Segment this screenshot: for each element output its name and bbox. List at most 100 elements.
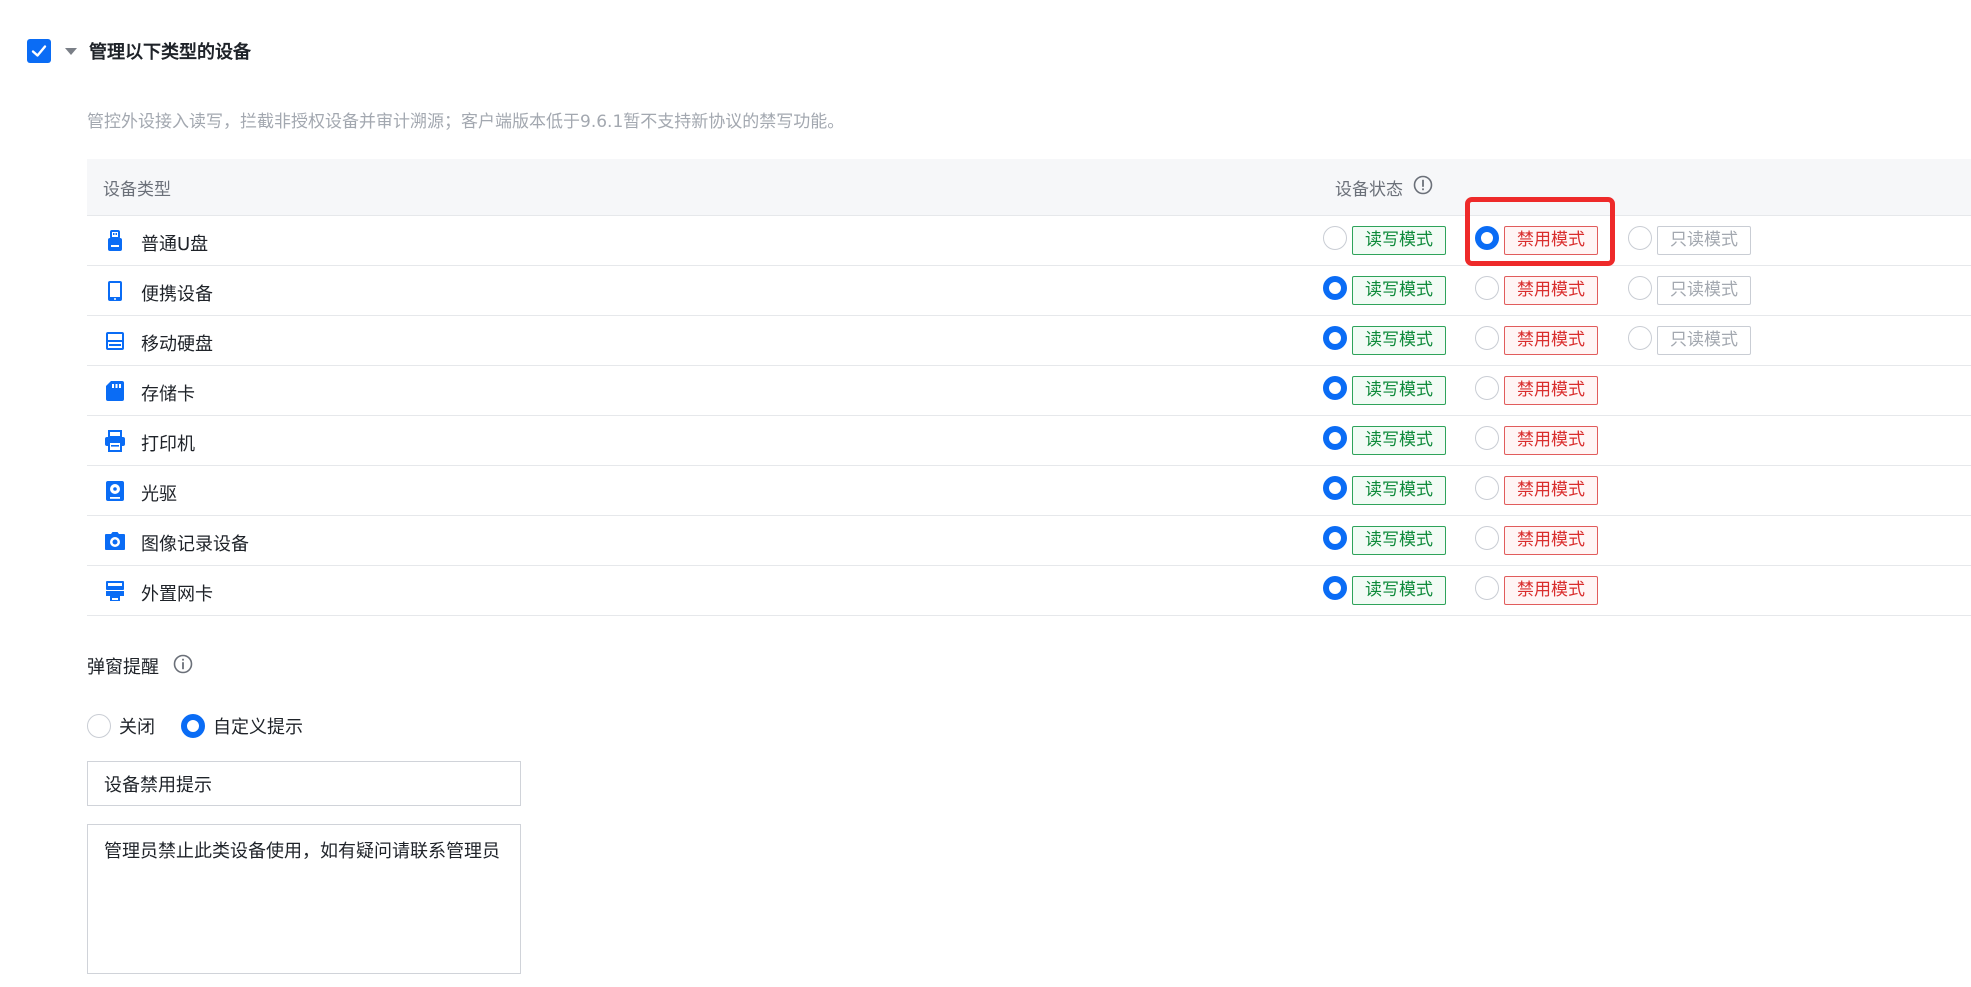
mode-option-disabled[interactable]: 禁用模式 [1475, 475, 1598, 505]
manage-devices-header: 管理以下类型的设备 [27, 36, 251, 66]
checkmark-icon [31, 45, 47, 57]
device-type-label: 普通U盘 [141, 234, 209, 255]
optical-drive-icon [103, 479, 127, 503]
mode-tag-disabled: 禁用模式 [1504, 376, 1598, 405]
column-header-device-type: 设备类型 [103, 179, 171, 200]
radio-disabled[interactable] [1475, 475, 1499, 500]
radio-read-write[interactable] [1323, 225, 1347, 250]
mode-option-disabled[interactable]: 禁用模式 [1475, 575, 1598, 605]
device-type-label: 外置网卡 [141, 584, 213, 605]
popup-option-off-label: 关闭 [119, 717, 155, 738]
mode-option-read-only[interactable]: 只读模式 [1628, 225, 1751, 255]
radio-read-write[interactable] [1323, 325, 1347, 350]
mode-tag-read-write: 读写模式 [1352, 276, 1446, 305]
popup-title-input[interactable] [87, 761, 521, 806]
mode-option-disabled[interactable]: 禁用模式 [1475, 425, 1598, 455]
mode-tag-read-write: 读写模式 [1352, 576, 1446, 605]
mode-tag-read-write: 读写模式 [1352, 476, 1446, 505]
device-type-label: 便携设备 [141, 284, 213, 305]
mode-tag-read-write: 读写模式 [1352, 226, 1446, 255]
radio-read-only[interactable] [1628, 275, 1652, 300]
mode-tag-disabled: 禁用模式 [1504, 276, 1598, 305]
section-title: 管理以下类型的设备 [89, 42, 251, 63]
info-circle-icon[interactable] [173, 654, 193, 679]
mode-option-read-write[interactable]: 读写模式 [1323, 275, 1446, 305]
device-type-label: 光驱 [141, 484, 177, 505]
network-card-icon [103, 579, 127, 603]
popup-option-off[interactable]: 关闭 [87, 713, 155, 739]
table-row: 外置网卡 读写模式 禁用模式 [87, 566, 1971, 616]
radio-disabled[interactable] [1475, 575, 1499, 600]
radio-read-only[interactable] [1628, 225, 1652, 250]
mode-tag-read-only: 只读模式 [1657, 276, 1751, 305]
device-type-label: 存储卡 [141, 384, 195, 405]
mode-option-read-write[interactable]: 读写模式 [1323, 525, 1446, 555]
mode-option-disabled[interactable]: 禁用模式 [1475, 375, 1598, 405]
radio-read-write[interactable] [1323, 275, 1347, 300]
popup-reminder-row: 弹窗提醒 [87, 653, 193, 679]
radio-read-write[interactable] [1323, 475, 1347, 500]
mode-tag-read-write: 读写模式 [1352, 326, 1446, 355]
mode-tag-disabled: 禁用模式 [1504, 576, 1598, 605]
table-body: 普通U盘 读写模式 禁用模式 只读模式 便携设备 读写模式 禁用模式 只读模式 移动硬盘 读写模式… [87, 216, 1971, 616]
mode-tag-read-write: 读写模式 [1352, 526, 1446, 555]
radio-read-write[interactable] [1323, 575, 1347, 600]
column-header-status-label: 设备状态 [1335, 179, 1403, 200]
radio-disabled[interactable] [1475, 225, 1499, 250]
device-table: 设备类型 设备状态 普通U盘 读写模式 禁用模式 只读模式 便携设备 读写模式 禁用模式 只读… [87, 159, 1971, 616]
manage-devices-checkbox[interactable] [27, 39, 51, 63]
mode-tag-disabled: 禁用模式 [1504, 226, 1598, 255]
radio-off[interactable] [87, 714, 111, 738]
device-type-label: 移动硬盘 [141, 334, 213, 355]
mode-option-read-only[interactable]: 只读模式 [1628, 325, 1751, 355]
mode-tag-read-only: 只读模式 [1657, 326, 1751, 355]
mode-tag-disabled: 禁用模式 [1504, 326, 1598, 355]
radio-disabled[interactable] [1475, 325, 1499, 350]
radio-read-only[interactable] [1628, 325, 1652, 350]
memory-card-icon [103, 379, 127, 403]
caret-down-icon[interactable] [65, 47, 77, 55]
table-row: 存储卡 读写模式 禁用模式 [87, 366, 1971, 416]
table-row: 图像记录设备 读写模式 禁用模式 [87, 516, 1971, 566]
table-header: 设备类型 设备状态 [87, 159, 1971, 216]
table-row: 光驱 读写模式 禁用模式 [87, 466, 1971, 516]
radio-read-write[interactable] [1323, 525, 1347, 550]
table-row: 打印机 读写模式 禁用模式 [87, 416, 1971, 466]
mode-option-disabled[interactable]: 禁用模式 [1475, 325, 1598, 355]
radio-disabled[interactable] [1475, 375, 1499, 400]
popup-reminder-label: 弹窗提醒 [87, 657, 159, 678]
mode-tag-disabled: 禁用模式 [1504, 476, 1598, 505]
radio-custom[interactable] [181, 714, 205, 738]
camera-icon [103, 529, 127, 553]
radio-disabled[interactable] [1475, 425, 1499, 450]
mode-tag-read-only: 只读模式 [1657, 226, 1751, 255]
mode-option-read-write[interactable]: 读写模式 [1323, 325, 1446, 355]
radio-read-write[interactable] [1323, 375, 1347, 400]
radio-disabled[interactable] [1475, 275, 1499, 300]
mode-tag-read-write: 读写模式 [1352, 426, 1446, 455]
device-type-label: 图像记录设备 [141, 534, 249, 555]
device-type-label: 打印机 [141, 434, 195, 455]
mode-option-disabled[interactable]: 禁用模式 [1475, 275, 1598, 305]
mode-option-read-write[interactable]: 读写模式 [1323, 575, 1446, 605]
radio-disabled[interactable] [1475, 525, 1499, 550]
mode-tag-disabled: 禁用模式 [1504, 426, 1598, 455]
mode-option-read-write[interactable]: 读写模式 [1323, 375, 1446, 405]
mode-option-read-write[interactable]: 读写模式 [1323, 425, 1446, 455]
table-row: 普通U盘 读写模式 禁用模式 只读模式 [87, 216, 1971, 266]
mode-option-read-only[interactable]: 只读模式 [1628, 275, 1751, 305]
exclamation-circle-icon[interactable] [1413, 175, 1433, 200]
mode-option-read-write[interactable]: 读写模式 [1323, 475, 1446, 505]
mode-tag-disabled: 禁用模式 [1504, 526, 1598, 555]
popup-option-custom[interactable]: 自定义提示 [181, 713, 303, 739]
popup-message-textarea[interactable]: 管理员禁止此类设备使用，如有疑问请联系管理员 [87, 824, 521, 974]
table-row: 便携设备 读写模式 禁用模式 只读模式 [87, 266, 1971, 316]
printer-icon [103, 429, 127, 453]
table-row: 移动硬盘 读写模式 禁用模式 只读模式 [87, 316, 1971, 366]
radio-read-write[interactable] [1323, 425, 1347, 450]
external-hard-drive-icon [103, 329, 127, 353]
mode-option-read-write[interactable]: 读写模式 [1323, 225, 1446, 255]
mode-option-disabled[interactable]: 禁用模式 [1475, 525, 1598, 555]
mode-option-disabled[interactable]: 禁用模式 [1475, 225, 1598, 255]
portable-device-icon [103, 279, 127, 303]
